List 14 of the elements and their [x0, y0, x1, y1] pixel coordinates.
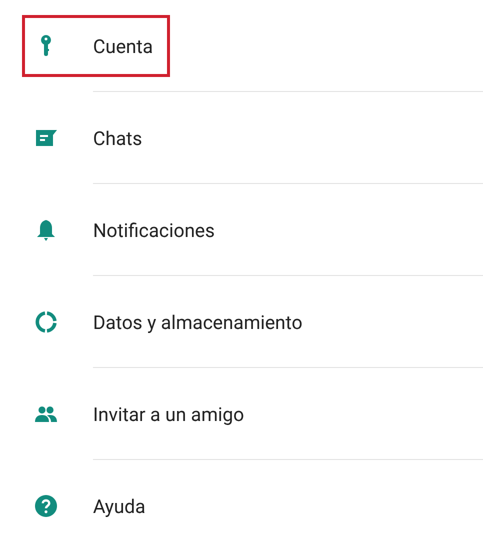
settings-label: Chats [93, 126, 142, 150]
ring-icon [34, 310, 58, 334]
settings-label: Ayuda [93, 494, 146, 518]
settings-item[interactable]: Datos y almacenamiento [0, 276, 483, 368]
settings-item[interactable]: Chats [0, 92, 483, 184]
settings-label: Cuenta [93, 34, 153, 58]
settings-label: Invitar a un amigo [93, 402, 244, 426]
help-icon [34, 494, 58, 518]
settings-item[interactable]: Cuenta [0, 0, 483, 92]
settings-label: Notificaciones [93, 218, 215, 242]
settings-label: Datos y almacenamiento [93, 310, 302, 334]
settings-item[interactable]: Invitar a un amigo [0, 368, 483, 460]
settings-item[interactable]: Notificaciones [0, 184, 483, 276]
settings-item[interactable]: Ayuda [0, 460, 483, 546]
